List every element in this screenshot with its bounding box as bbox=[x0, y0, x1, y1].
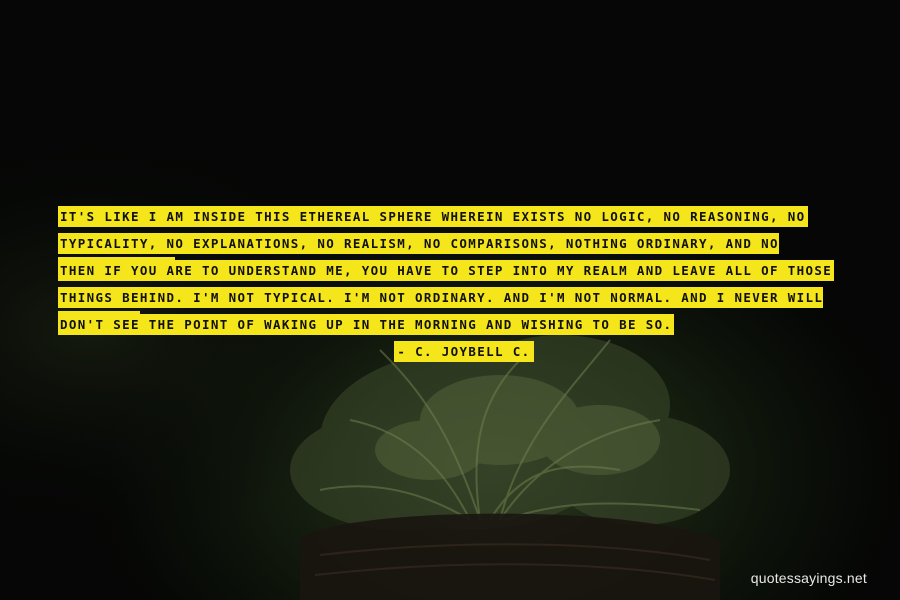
quote-image: It's like I am inside this ethereal sphe… bbox=[0, 0, 900, 600]
quote-line: It's like I am inside this ethereal sphe… bbox=[58, 205, 848, 229]
quote-line: then if you are to understand me, you ha… bbox=[58, 259, 848, 283]
quote-line: things behind. I'm not typical. I'm not … bbox=[58, 286, 848, 332]
quote-line: typicality, no explanations, no realism,… bbox=[58, 232, 848, 278]
quote-line: don't see the point of waking up in the … bbox=[58, 313, 848, 337]
quote-author: - C. JoyBell C. bbox=[80, 340, 848, 364]
quote-text: It's like I am inside this ethereal sphe… bbox=[58, 205, 848, 364]
site-watermark: quotessayings.net bbox=[750, 570, 867, 586]
